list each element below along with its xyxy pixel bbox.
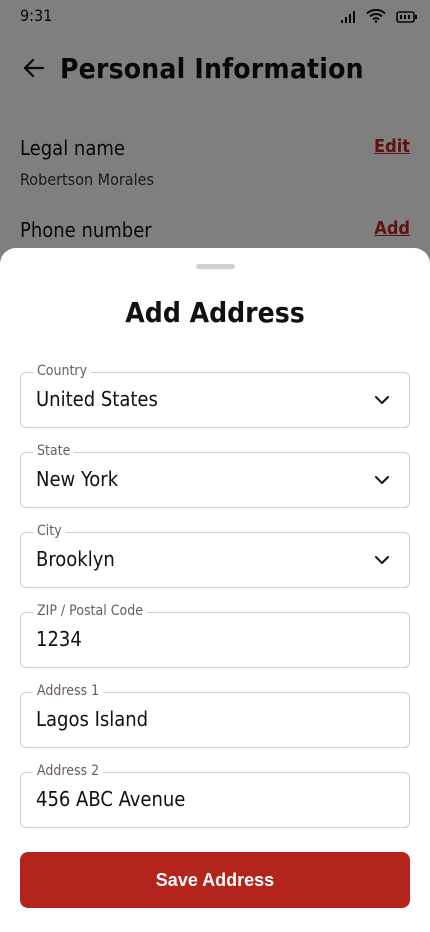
state-select[interactable]: State New York xyxy=(20,442,410,508)
address-1-field[interactable]: Address 1 Lagos Island xyxy=(20,682,410,748)
sheet-title: Add Address xyxy=(125,296,305,329)
field-label: State xyxy=(33,442,75,460)
field-label: Country xyxy=(33,362,92,380)
field-label: Address 1 xyxy=(33,682,104,700)
drag-handle[interactable] xyxy=(196,264,235,269)
chevron-down-icon xyxy=(373,391,391,409)
chevron-down-icon xyxy=(373,551,391,569)
zip-code-field[interactable]: ZIP / Postal Code 1234 xyxy=(20,602,410,668)
field-value: New York xyxy=(36,467,119,491)
field-label: ZIP / Postal Code xyxy=(33,602,147,620)
chevron-down-icon xyxy=(373,471,391,489)
country-select[interactable]: Country United States xyxy=(20,362,410,428)
add-address-sheet: Add Address Country United States State … xyxy=(0,248,430,932)
field-value: Brooklyn xyxy=(36,547,115,571)
field-label: City xyxy=(33,522,66,540)
field-value: 456 ABC Avenue xyxy=(36,787,186,811)
field-label: Address 2 xyxy=(33,762,104,780)
field-value: Lagos Island xyxy=(36,707,149,731)
save-address-button[interactable]: Save Address xyxy=(20,852,410,908)
field-value: United States xyxy=(36,387,158,411)
field-value: 1234 xyxy=(36,627,82,651)
city-select[interactable]: City Brooklyn xyxy=(20,522,410,588)
address-2-field[interactable]: Address 2 456 ABC Avenue xyxy=(20,762,410,828)
